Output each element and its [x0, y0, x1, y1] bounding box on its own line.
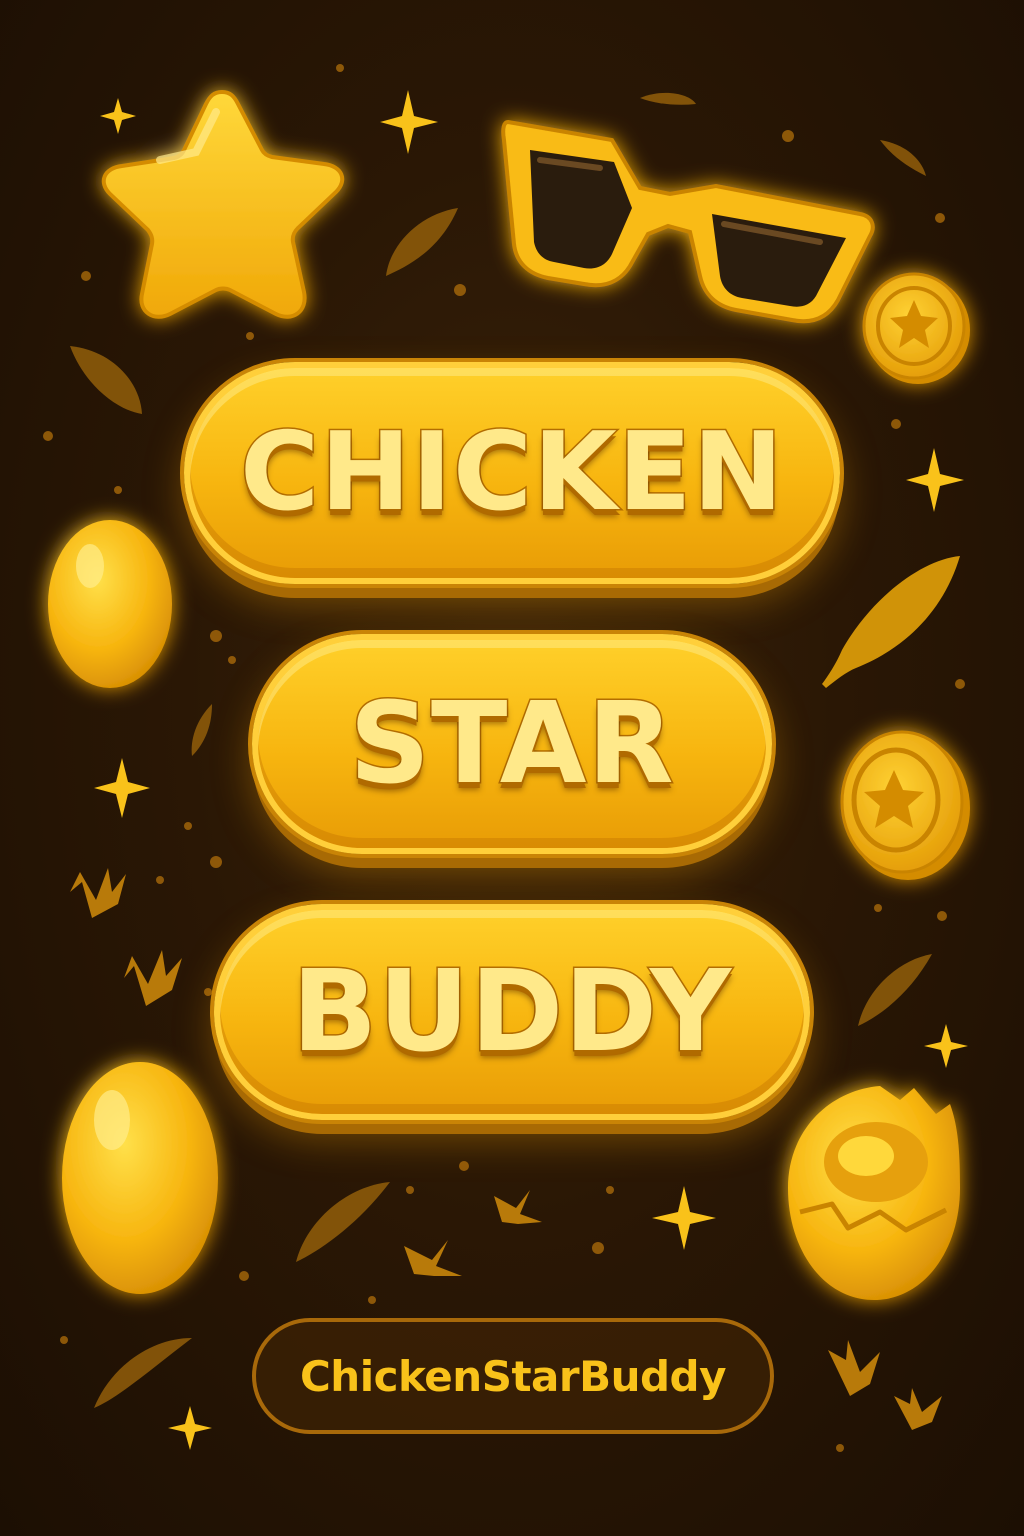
- footprint-icon: [494, 1190, 542, 1224]
- title-button-label: STAR: [348, 679, 675, 809]
- egg-icon: [62, 1062, 218, 1294]
- title-button-buddy[interactable]: BUDDY: [214, 904, 810, 1120]
- sunglasses-icon: [501, 119, 875, 324]
- title-button-chicken[interactable]: CHICKEN: [184, 362, 840, 584]
- feather-icon: [880, 140, 926, 176]
- feather-icon: [70, 346, 142, 414]
- sparkle-icon: [380, 90, 438, 154]
- feather-icon: [296, 1182, 390, 1262]
- title-button-label: CHICKEN: [239, 410, 785, 535]
- footprint-icon: [404, 1240, 462, 1276]
- brand-label: ChickenStarBuddy: [299, 1351, 727, 1401]
- feather-icon: [191, 704, 212, 756]
- feather-icon: [94, 1338, 192, 1408]
- footprint-icon: [828, 1340, 880, 1396]
- title-button-label: BUDDY: [290, 947, 733, 1077]
- title-button-star[interactable]: STAR: [252, 634, 772, 854]
- feather-icon: [386, 208, 458, 276]
- sparkle-icon: [906, 448, 964, 512]
- sparkle-icon: [168, 1406, 212, 1450]
- star-icon: [101, 89, 345, 319]
- coin-icon: [840, 730, 970, 880]
- sparkle-icon: [652, 1186, 716, 1250]
- coin-icon: [862, 272, 970, 384]
- feather-icon: [640, 92, 696, 105]
- sparkle-icon: [924, 1024, 968, 1068]
- brand-badge[interactable]: ChickenStarBuddy: [252, 1318, 774, 1434]
- footprint-icon: [124, 950, 182, 1006]
- cracked-egg-icon: [788, 1086, 960, 1300]
- feather-icon: [822, 556, 960, 688]
- footprint-icon: [70, 868, 126, 918]
- footprint-icon: [894, 1388, 942, 1430]
- sparkle-icon: [100, 98, 136, 134]
- sparkle-icon: [94, 758, 150, 818]
- egg-icon: [48, 520, 172, 688]
- feather-icon: [858, 954, 932, 1026]
